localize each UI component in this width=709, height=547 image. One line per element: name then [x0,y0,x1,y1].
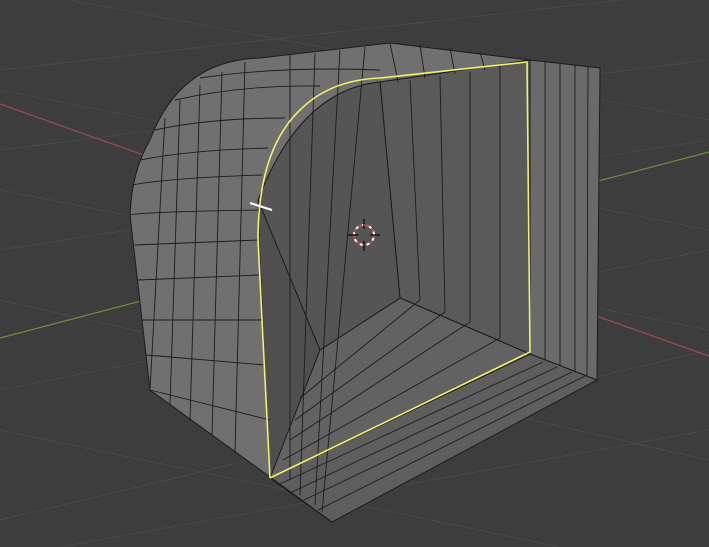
mesh-face-right[interactable] [529,59,601,381]
viewport-scene[interactable] [0,0,709,547]
3d-viewport[interactable] [0,0,709,547]
mesh-object[interactable] [129,42,601,523]
